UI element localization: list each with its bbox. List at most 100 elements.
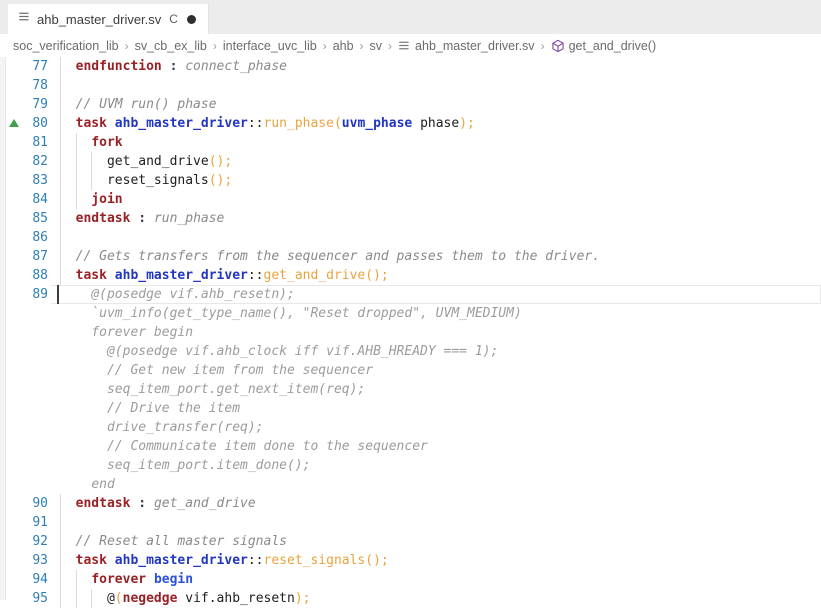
code-line-text[interactable]: // UVM run() phase bbox=[51, 95, 821, 114]
code-line-text[interactable]: forever begin bbox=[51, 323, 821, 342]
token-cm: get_and_drive bbox=[154, 496, 256, 511]
breadcrumb-item-symbol[interactable]: get_and_drive() bbox=[551, 39, 657, 53]
breadcrumb-item-soc_verification_lib[interactable]: soc_verification_lib bbox=[13, 39, 119, 53]
tab-ahb-master-driver[interactable]: ahb_master_driver.sv C bbox=[8, 4, 209, 34]
gutter: 93 bbox=[0, 551, 51, 570]
code-line-text[interactable]: @(posedge vif.ahb_resetn); bbox=[51, 285, 821, 304]
gutter: 89 bbox=[0, 285, 51, 304]
code-line-text[interactable]: // Gets transfers from the sequencer and… bbox=[51, 247, 821, 266]
token-kw: join bbox=[91, 192, 122, 207]
code-line-text[interactable]: // Get new item from the sequencer bbox=[51, 361, 821, 380]
token-pu: (); bbox=[365, 553, 388, 568]
gutter: 79 bbox=[0, 95, 51, 114]
line-number: 94 bbox=[32, 570, 51, 589]
gutter bbox=[0, 418, 51, 437]
inline-suggestion-line: `uvm_info(get_type_name(), "Reset droppe… bbox=[0, 304, 821, 323]
line-number: 86 bbox=[32, 228, 51, 247]
indent-guide bbox=[60, 513, 61, 532]
code-line: 84 join bbox=[0, 190, 821, 209]
indent-guide bbox=[60, 209, 61, 228]
breadcrumb-item-sv[interactable]: sv bbox=[370, 39, 383, 53]
line-number: 78 bbox=[32, 76, 51, 95]
indent-guide bbox=[91, 171, 92, 190]
token-gh: @(posedge vif.ahb_resetn); bbox=[91, 287, 295, 302]
gutter: 88 bbox=[0, 266, 51, 285]
indent-guide bbox=[60, 95, 61, 114]
indent-guide bbox=[91, 152, 92, 171]
code-line-text[interactable]: get_and_drive(); bbox=[51, 152, 821, 171]
modified-indicator-dot[interactable] bbox=[187, 15, 196, 24]
token-pu: (); bbox=[209, 173, 232, 188]
line-number: 91 bbox=[32, 513, 51, 532]
code-line-text[interactable]: end bbox=[51, 475, 821, 494]
token-gh: forever begin bbox=[91, 325, 193, 340]
line-number: 84 bbox=[32, 190, 51, 209]
gutter: 84 bbox=[0, 190, 51, 209]
token-fn: reset_signals bbox=[264, 553, 366, 568]
code-line-text[interactable]: seq_item_port.item_done(); bbox=[51, 456, 821, 475]
code-line-text[interactable]: forever begin bbox=[51, 570, 821, 589]
token-pl bbox=[107, 268, 115, 283]
breadcrumb-item-file[interactable]: ahb_master_driver.sv bbox=[398, 39, 535, 53]
breadcrumb-item-interface_uvc_lib[interactable]: interface_uvc_lib bbox=[223, 39, 317, 53]
code-line: 95 @(negedge vif.ahb_resetn); bbox=[0, 589, 821, 608]
inline-suggestion-line: seq_item_port.get_next_item(req); bbox=[0, 380, 821, 399]
file-lines-icon bbox=[18, 10, 31, 28]
token-fn: get_and_drive bbox=[264, 268, 366, 283]
code-line-text[interactable]: endfunction : connect_phase bbox=[51, 57, 821, 76]
indent-guide bbox=[60, 551, 61, 570]
token-kw: fork bbox=[91, 135, 122, 150]
code-line-text[interactable]: join bbox=[51, 190, 821, 209]
line-number: 77 bbox=[32, 57, 51, 76]
code-line-text[interactable] bbox=[51, 76, 821, 95]
code-line-text[interactable]: `uvm_info(get_type_name(), "Reset droppe… bbox=[51, 304, 821, 323]
text-cursor bbox=[57, 285, 59, 304]
code-line: 86 bbox=[0, 228, 821, 247]
code-line: 80 task ahb_master_driver::run_phase(uvm… bbox=[0, 114, 821, 133]
token-kw: forever bbox=[91, 572, 146, 587]
code-line-text[interactable]: task ahb_master_driver::reset_signals(); bbox=[51, 551, 821, 570]
gutter bbox=[0, 323, 51, 342]
token-cm: connect_phase bbox=[185, 59, 287, 74]
token-cm: run_phase bbox=[154, 211, 224, 226]
token-pu: (); bbox=[365, 268, 388, 283]
code-line-text[interactable]: fork bbox=[51, 133, 821, 152]
code-line-text[interactable]: @(negedge vif.ahb_resetn); bbox=[51, 589, 821, 608]
code-line-text[interactable] bbox=[51, 513, 821, 532]
code-line: 77 endfunction : connect_phase bbox=[0, 57, 821, 76]
code-line-text[interactable]: seq_item_port.get_next_item(req); bbox=[51, 380, 821, 399]
code-line-text[interactable]: task ahb_master_driver::get_and_drive(); bbox=[51, 266, 821, 285]
breadcrumb-separator: › bbox=[388, 39, 392, 53]
code-line-text[interactable]: // Drive the item bbox=[51, 399, 821, 418]
code-line-text[interactable]: // Reset all master signals bbox=[51, 532, 821, 551]
token-pu: (); bbox=[209, 154, 232, 169]
line-number: 81 bbox=[32, 133, 51, 152]
code-line: 83 reset_signals(); bbox=[0, 171, 821, 190]
token-kw: endtask bbox=[76, 211, 131, 226]
token-kw: task bbox=[76, 116, 107, 131]
code-line-text[interactable]: // Communicate item done to the sequence… bbox=[51, 437, 821, 456]
code-line-text[interactable] bbox=[51, 228, 821, 247]
gutter-up-arrow-icon bbox=[9, 119, 19, 127]
code-line-text[interactable]: endtask : run_phase bbox=[51, 209, 821, 228]
breadcrumb-item-sv_cb_ex_lib[interactable]: sv_cb_ex_lib bbox=[135, 39, 207, 53]
breadcrumb-item-ahb[interactable]: ahb bbox=[333, 39, 354, 53]
code-line-text[interactable]: task ahb_master_driver::run_phase(uvm_ph… bbox=[51, 114, 821, 133]
indent-guide bbox=[60, 76, 61, 95]
code-line: 90 endtask : get_and_drive bbox=[0, 494, 821, 513]
line-number: 90 bbox=[32, 494, 51, 513]
line-number: 89 bbox=[32, 285, 51, 304]
symbol-method-icon bbox=[551, 39, 565, 53]
code-line-text[interactable]: reset_signals(); bbox=[51, 171, 821, 190]
code-line-text[interactable]: endtask : get_and_drive bbox=[51, 494, 821, 513]
token-gh: `uvm_info(get_type_name(), "Reset droppe… bbox=[91, 306, 521, 321]
inline-suggestion-line: drive_transfer(req); bbox=[0, 418, 821, 437]
token-gh: drive_transfer(req); bbox=[107, 420, 264, 435]
token-ty: ahb_master_driver bbox=[115, 268, 248, 283]
indent-guide bbox=[60, 228, 61, 247]
token-pl: :: bbox=[248, 553, 264, 568]
token-cl: : bbox=[130, 496, 153, 511]
code-line-text[interactable]: drive_transfer(req); bbox=[51, 418, 821, 437]
code-editor[interactable]: 77 endfunction : connect_phase7879 // UV… bbox=[0, 57, 821, 600]
code-line-text[interactable]: @(posedge vif.ahb_clock iff vif.AHB_HREA… bbox=[51, 342, 821, 361]
